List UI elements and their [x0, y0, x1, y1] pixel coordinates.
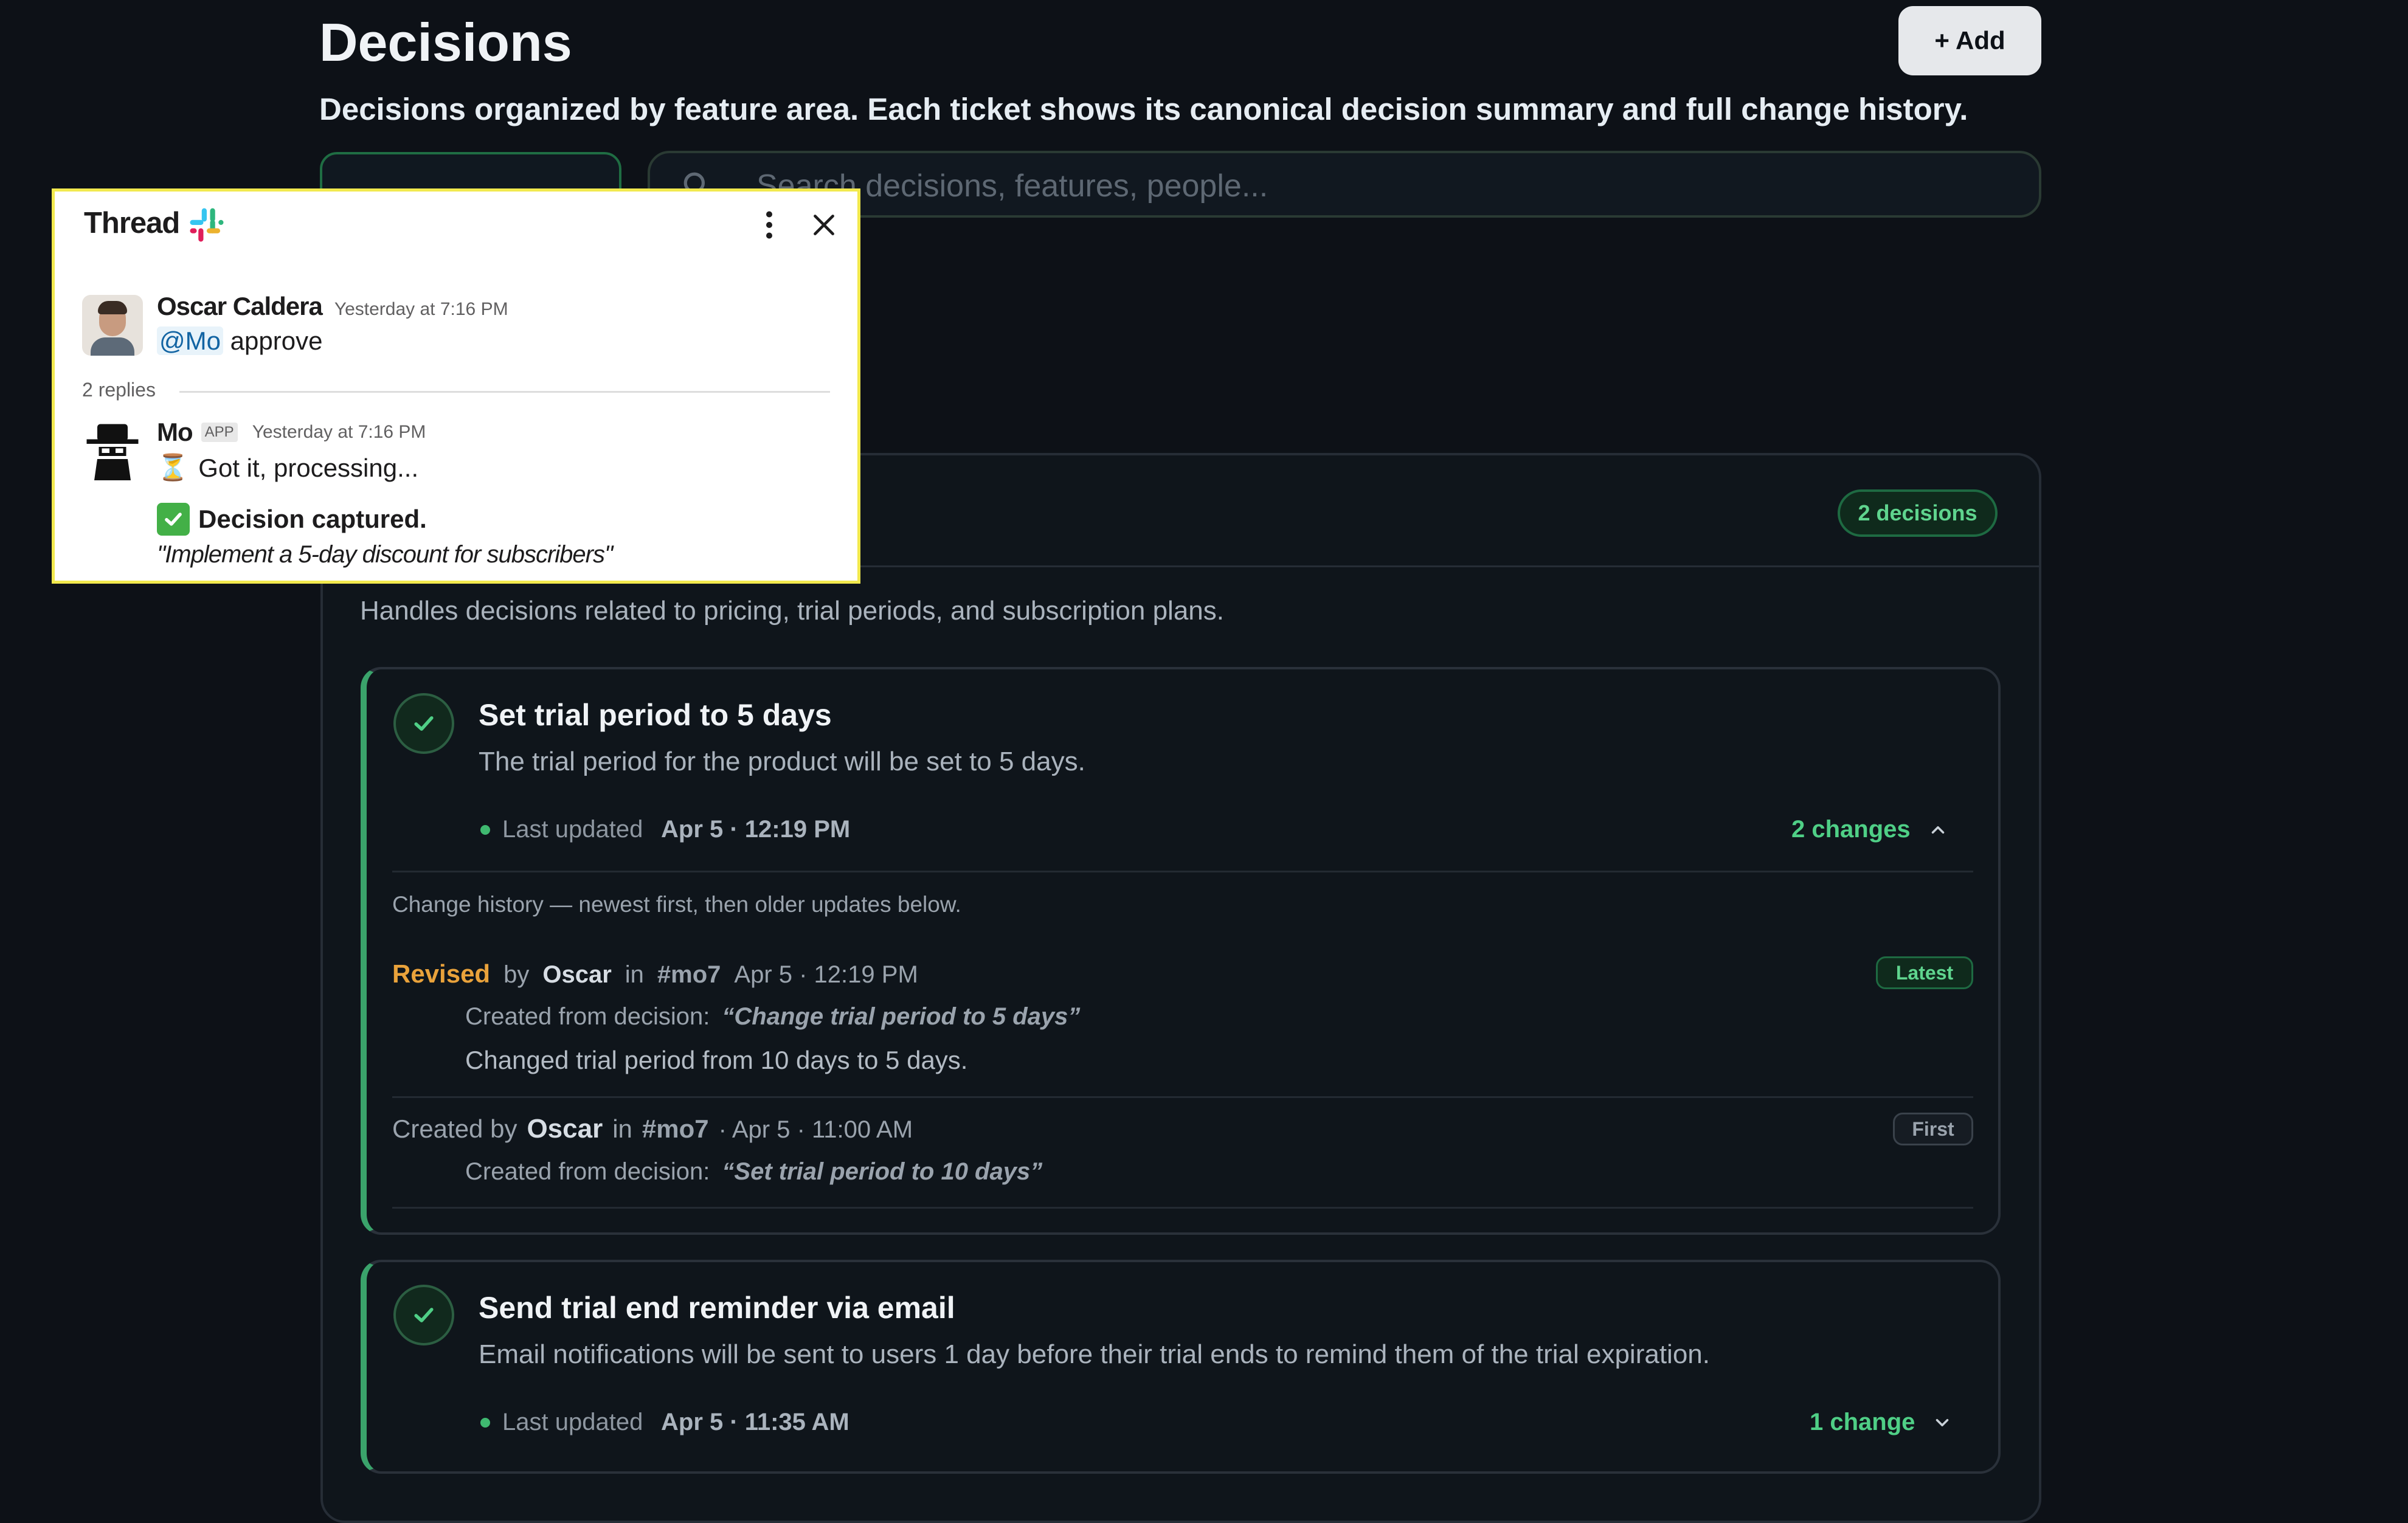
history-source: Created from decision: “Set trial period… [465, 1158, 1042, 1186]
history-time: Apr 5 · 12:19 PM [734, 961, 918, 988]
source-quote: “Change trial period to 5 days” [722, 1003, 1081, 1030]
status-dot [480, 1418, 490, 1428]
message-header: Mo APP Yesterday at 7:16 PM [157, 418, 426, 447]
bot-avatar-icon[interactable] [82, 420, 143, 480]
changes-toggle[interactable]: 2 changes [1791, 816, 1948, 843]
avatar[interactable] [82, 295, 143, 356]
decision-description: The trial period for the product will be… [479, 747, 1085, 776]
page-subtitle: Decisions organized by feature area. Eac… [319, 92, 1968, 126]
decisions-count-badge: 2 decisions [1838, 489, 1998, 537]
history-note: Changed trial period from 10 days to 5 d… [465, 1046, 968, 1074]
source-label: Created from decision: [465, 1003, 710, 1030]
channel-link[interactable]: #mo7 [642, 1114, 709, 1144]
history-entry-header: Revised by Oscar in #mo7 Apr 5 · 12:19 P… [392, 959, 918, 989]
author-name[interactable]: Mo [157, 418, 193, 447]
add-decision-button[interactable]: + Add [1898, 6, 2041, 75]
changes-count: 1 change [1810, 1409, 1915, 1435]
decision-status-check-icon [393, 1285, 454, 1345]
changes-toggle[interactable]: 1 change [1810, 1409, 1953, 1436]
last-updated-label: Last updated [502, 816, 643, 843]
author-name[interactable]: Oscar [527, 1114, 603, 1144]
changes-count: 2 changes [1791, 816, 1911, 843]
status-dot [480, 825, 490, 835]
message-time[interactable]: Yesterday at 7:16 PM [334, 299, 508, 320]
app-badge: APP [201, 423, 238, 442]
page-title: Decisions [319, 12, 572, 72]
source-quote: “Set trial period to 10 days” [722, 1158, 1043, 1185]
last-updated-value: Apr 5 · 12:19 PM [661, 816, 851, 843]
latest-badge: Latest [1876, 956, 1973, 989]
author-name[interactable]: Oscar [542, 961, 611, 989]
close-icon[interactable] [809, 210, 839, 240]
source-label: Created from decision: [465, 1158, 710, 1185]
history-time: · Apr 5 · 11:00 AM [718, 1116, 913, 1143]
decision-title[interactable]: Set trial period to 5 days [479, 697, 832, 733]
by-label: by [503, 961, 530, 988]
chevron-up-icon [1931, 826, 1944, 834]
message-body: Decision captured. [157, 503, 427, 536]
kebab-menu-icon[interactable] [754, 207, 784, 243]
revised-label: Revised [392, 959, 491, 988]
divider [392, 1096, 1973, 1098]
decision-status-check-icon [393, 693, 454, 754]
channel-link[interactable]: #mo7 [657, 961, 721, 989]
in-label: in [612, 1114, 632, 1143]
check-mark-button-icon [157, 503, 190, 536]
divider [392, 871, 1973, 872]
message-header: Oscar Caldera Yesterday at 7:16 PM [157, 292, 508, 321]
thread-title: Thread [84, 207, 180, 240]
created-by-label: Created by [392, 1114, 517, 1143]
divider [179, 391, 830, 393]
last-updated-label: Last updated [502, 1409, 643, 1435]
message-body: ⏳ Got it, processing... [157, 453, 419, 482]
feature-description: Handles decisions related to pricing, tr… [360, 596, 1224, 626]
mention[interactable]: @Mo [157, 326, 223, 355]
in-label: in [624, 961, 644, 988]
chevron-down-icon [1936, 1418, 1949, 1426]
author-name[interactable]: Oscar Caldera [157, 292, 323, 321]
divider [392, 1207, 1973, 1209]
decision-title[interactable]: Send trial end reminder via email [479, 1290, 955, 1325]
history-intro: Change history — newest first, then olde… [392, 892, 961, 917]
slack-logo-icon [190, 208, 224, 242]
last-updated-value: Apr 5 · 11:35 AM [661, 1409, 849, 1435]
decision-description: Email notifications will be sent to user… [479, 1339, 1710, 1369]
first-badge: First [1893, 1113, 1973, 1145]
slack-thread-popup[interactable]: Thread Oscar Caldera Yesterday at 7:16 P… [52, 188, 860, 584]
history-source: Created from decision: “Change trial per… [465, 1003, 1080, 1031]
hourglass-icon: ⏳ [157, 453, 189, 482]
captured-quote: "Implement a 5-day discount for subscrib… [157, 541, 613, 568]
history-entry-header: Created by Oscar in #mo7 · Apr 5 · 11:00… [392, 1114, 913, 1144]
replies-count: 2 replies [82, 379, 156, 401]
message-time[interactable]: Yesterday at 7:16 PM [252, 422, 426, 443]
message-body: @Mo approve [157, 326, 322, 356]
